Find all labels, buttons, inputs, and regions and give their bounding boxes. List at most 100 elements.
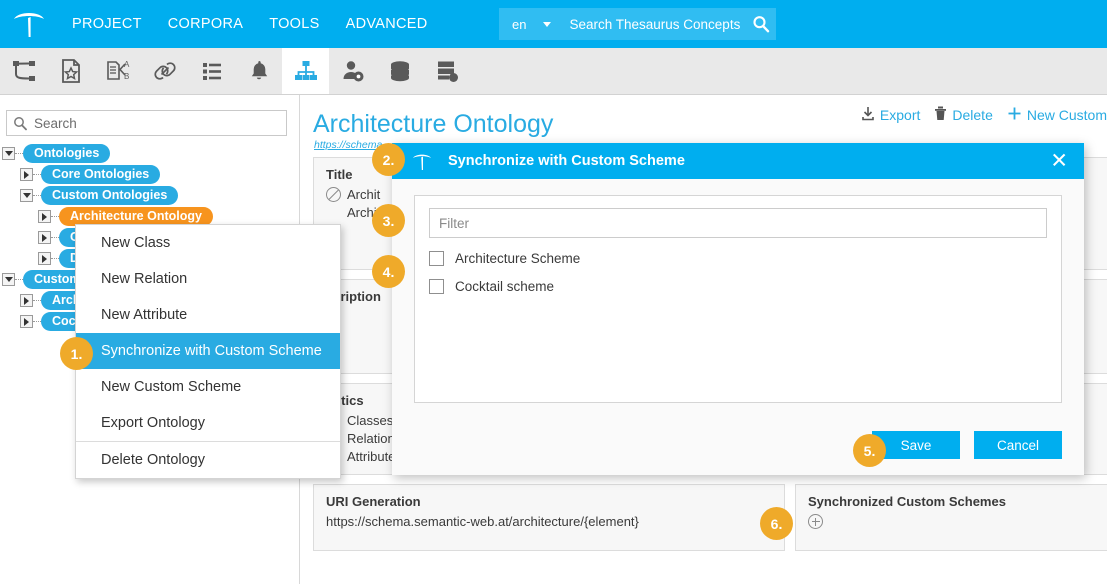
concept-scheme-icon[interactable] bbox=[0, 48, 47, 94]
close-icon[interactable]: ✕ bbox=[1050, 151, 1068, 172]
svg-text:B: B bbox=[124, 72, 129, 81]
synchronized-custom-schemes-card: Synchronized Custom Schemes bbox=[795, 484, 1107, 551]
link-icon[interactable] bbox=[141, 48, 188, 94]
step-badge-5: 5. bbox=[853, 434, 886, 467]
thesaurus-search-bar: en Search Thesaurus Concepts bbox=[499, 8, 776, 40]
list-icon[interactable] bbox=[188, 48, 235, 94]
no-edit-icon bbox=[326, 187, 341, 202]
tree-item-custom-ontologies[interactable]: Custom Ontologies bbox=[0, 185, 300, 206]
poolparty-t-logo-icon bbox=[412, 152, 432, 171]
delete-button[interactable]: Delete bbox=[934, 106, 992, 124]
context-menu-item-new-relation[interactable]: New Relation bbox=[76, 261, 340, 297]
context-menu-item-new-attribute[interactable]: New Attribute bbox=[76, 297, 340, 333]
page-uri-link[interactable]: https://schema bbox=[314, 139, 382, 151]
step-badge-2: 2. bbox=[372, 143, 405, 176]
scheme-option-cocktail[interactable]: Cocktail scheme bbox=[429, 279, 1047, 294]
chevron-right-icon[interactable] bbox=[20, 315, 33, 328]
step-badge-4: 4. bbox=[372, 255, 405, 288]
tree-item-label[interactable]: Ontologies bbox=[23, 144, 110, 163]
context-menu-item-delete-ontology[interactable]: Delete Ontology bbox=[76, 442, 340, 478]
main-nav: PROJECT CORPORA TOOLS ADVANCED bbox=[72, 16, 428, 32]
tree-connector bbox=[15, 153, 23, 154]
search-input[interactable]: Search Thesaurus Concepts bbox=[569, 17, 740, 32]
language-selector[interactable]: en bbox=[499, 17, 526, 32]
synchronize-modal: Synchronize with Custom Scheme ✕ Archite… bbox=[392, 143, 1084, 475]
application-window: PROJECT CORPORA TOOLS ADVANCED en Search… bbox=[0, 0, 1107, 584]
user-settings-icon[interactable] bbox=[329, 48, 376, 94]
database-icon[interactable] bbox=[376, 48, 423, 94]
nav-item-corpora[interactable]: CORPORA bbox=[168, 16, 243, 32]
tree-connector bbox=[33, 195, 41, 196]
tree-connector bbox=[51, 258, 59, 259]
chevron-right-icon[interactable] bbox=[20, 168, 33, 181]
document-translate-icon[interactable]: A B bbox=[94, 48, 141, 94]
server-cloud-icon[interactable] bbox=[423, 48, 470, 94]
page-title: Architecture Ontology bbox=[313, 110, 553, 139]
export-label: Export bbox=[880, 107, 920, 123]
new-custom-label: New Custom bbox=[1027, 107, 1107, 123]
sidebar-search-box[interactable]: Search bbox=[6, 110, 287, 136]
cards-row-bottom: URI Generation https://schema.semantic-w… bbox=[313, 484, 1107, 551]
trash-icon bbox=[934, 106, 947, 124]
tree-connector bbox=[33, 300, 41, 301]
ontology-hierarchy-icon[interactable] bbox=[282, 48, 329, 94]
tree-connector bbox=[51, 237, 59, 238]
chevron-down-icon[interactable] bbox=[2, 273, 15, 286]
chevron-down-icon[interactable] bbox=[543, 22, 551, 27]
document-star-icon[interactable] bbox=[47, 48, 94, 94]
scheme-option-architecture[interactable]: Architecture Scheme bbox=[429, 251, 1047, 266]
top-navigation-bar: PROJECT CORPORA TOOLS ADVANCED en Search… bbox=[0, 0, 1107, 48]
context-menu-item-export-ontology[interactable]: Export Ontology bbox=[76, 405, 340, 441]
export-button[interactable]: Export bbox=[861, 106, 920, 124]
module-toolbar: A B bbox=[0, 48, 1107, 95]
uri-card-header: URI Generation bbox=[326, 494, 772, 509]
bell-icon[interactable] bbox=[235, 48, 282, 94]
modal-header: Synchronize with Custom Scheme ✕ bbox=[392, 143, 1084, 179]
checkbox[interactable] bbox=[429, 279, 444, 294]
plus-circle-icon[interactable] bbox=[808, 514, 823, 529]
download-icon bbox=[861, 106, 875, 124]
tree-item-label[interactable]: Core Ontologies bbox=[41, 165, 160, 184]
checkbox[interactable] bbox=[429, 251, 444, 266]
chevron-right-icon[interactable] bbox=[38, 210, 51, 223]
scheme-option-label: Cocktail scheme bbox=[455, 279, 554, 294]
title-card-value: Archit bbox=[347, 187, 380, 202]
chevron-right-icon[interactable] bbox=[20, 294, 33, 307]
tree-item-core-ontologies[interactable]: Core Ontologies bbox=[0, 164, 300, 185]
chevron-right-icon[interactable] bbox=[38, 252, 51, 265]
plus-icon bbox=[1007, 106, 1022, 124]
cancel-button[interactable]: Cancel bbox=[974, 431, 1062, 459]
new-custom-scheme-button[interactable]: New Custom bbox=[1007, 106, 1107, 124]
tree-item-ontologies[interactable]: Ontologies bbox=[0, 143, 300, 164]
nav-item-tools[interactable]: TOOLS bbox=[269, 16, 319, 32]
uri-card-value: https://schema.semantic-web.at/architect… bbox=[326, 514, 772, 529]
sync-card-add-row[interactable] bbox=[808, 514, 1100, 529]
search-icon bbox=[13, 116, 28, 131]
modal-body: Architecture Scheme Cocktail scheme bbox=[392, 179, 1084, 403]
tree-connector bbox=[33, 321, 41, 322]
tree-connector bbox=[15, 279, 23, 280]
scheme-option-label: Architecture Scheme bbox=[455, 251, 580, 266]
step-badge-3: 3. bbox=[372, 204, 405, 237]
uri-generation-card: URI Generation https://schema.semantic-w… bbox=[313, 484, 785, 551]
poolparty-t-logo-icon[interactable] bbox=[0, 0, 58, 48]
step-badge-6: 6. bbox=[760, 507, 793, 540]
tree-item-label[interactable]: Custom Ontologies bbox=[41, 186, 178, 205]
ontology-context-menu: New Class New Relation New Attribute Syn… bbox=[75, 224, 341, 479]
context-menu-item-new-class[interactable]: New Class bbox=[76, 225, 340, 261]
nav-item-advanced[interactable]: ADVANCED bbox=[346, 16, 428, 32]
nav-item-project[interactable]: PROJECT bbox=[72, 16, 142, 32]
chevron-down-icon[interactable] bbox=[2, 147, 15, 160]
filter-input[interactable] bbox=[429, 208, 1047, 238]
scheme-picker: Architecture Scheme Cocktail scheme bbox=[414, 195, 1062, 403]
chevron-right-icon[interactable] bbox=[38, 231, 51, 244]
tree-connector bbox=[51, 216, 59, 217]
sidebar-search-input[interactable]: Search bbox=[34, 116, 77, 131]
context-menu-item-new-custom-scheme[interactable]: New Custom Scheme bbox=[76, 369, 340, 405]
search-icon[interactable] bbox=[752, 15, 770, 33]
step-badge-1: 1. bbox=[60, 337, 93, 370]
page-actions: Export Delete bbox=[861, 106, 1107, 124]
context-menu-item-synchronize-with-custom-scheme[interactable]: Synchronize with Custom Scheme bbox=[76, 333, 340, 369]
tree-connector bbox=[33, 174, 41, 175]
chevron-down-icon[interactable] bbox=[20, 189, 33, 202]
